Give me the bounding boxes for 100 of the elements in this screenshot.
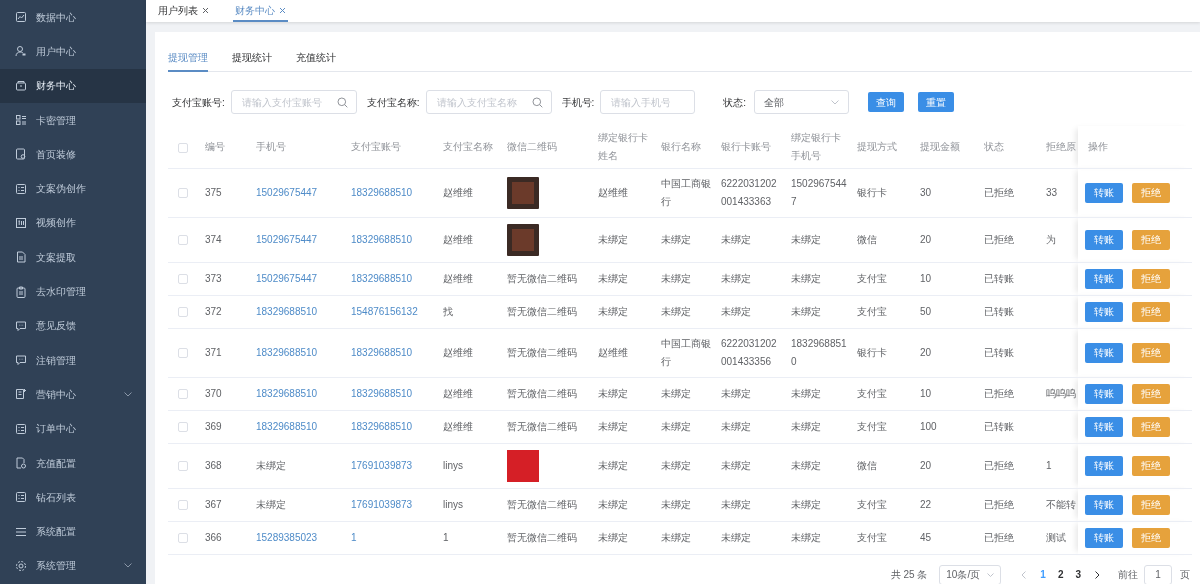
reject-button[interactable]: 拒绝 xyxy=(1132,268,1170,289)
reject-button[interactable]: 拒绝 xyxy=(1132,229,1170,250)
filter-button[interactable]: 重置 xyxy=(918,92,955,112)
sidebar-item[interactable]: 意见反馈 xyxy=(0,308,146,343)
table-cell: 未绑定 xyxy=(711,377,781,410)
table-link[interactable]: 18329688510 xyxy=(256,420,318,432)
table-link[interactable]: 18329688510 xyxy=(351,272,413,284)
table-link[interactable]: 17691039873 xyxy=(351,498,413,510)
sidebar-item[interactable]: 钻石列表 xyxy=(0,480,146,515)
table-link[interactable]: 18329688510 xyxy=(256,387,318,399)
sidebar-item[interactable]: 首页装修 xyxy=(0,137,146,172)
reject-button[interactable]: 拒绝 xyxy=(1132,416,1170,437)
table-link[interactable]: 15029675447 xyxy=(256,272,318,284)
transfer-button[interactable]: 转账 xyxy=(1085,229,1123,250)
checkbox[interactable] xyxy=(178,234,188,245)
next-page-button[interactable] xyxy=(1093,570,1102,579)
table-link[interactable]: 154876156132 xyxy=(351,305,418,317)
sidebar-item[interactable]: 文案伪创作 xyxy=(0,171,146,206)
table-cell: 已转账 xyxy=(974,410,1036,443)
page-tab[interactable]: 财务中心 xyxy=(233,0,288,22)
reject-button[interactable]: 拒绝 xyxy=(1132,455,1170,476)
sidebar-item[interactable]: 注销管理 xyxy=(0,342,146,378)
reject-button[interactable]: 拒绝 xyxy=(1132,494,1170,515)
sidebar-item[interactable]: 用户中心 xyxy=(0,34,146,69)
transfer-button[interactable]: 转账 xyxy=(1085,494,1123,515)
sidebar-item[interactable]: 营销中心 xyxy=(0,377,146,412)
previous-page-button[interactable] xyxy=(1019,570,1029,579)
filter-button[interactable]: 查询 xyxy=(868,92,905,112)
table-cell: 未绑定 xyxy=(651,217,711,262)
sidebar-item[interactable]: 财务中心 xyxy=(0,68,146,103)
table-cell: 微信 xyxy=(847,217,910,262)
page-number[interactable]: 1 xyxy=(1040,567,1046,582)
transfer-button[interactable]: 转账 xyxy=(1085,268,1123,289)
sidebar-item[interactable]: 订单中心 xyxy=(0,411,146,446)
table-link[interactable]: 15289385023 xyxy=(256,531,318,543)
reject-button[interactable]: 拒绝 xyxy=(1132,301,1170,322)
table-link[interactable]: 18329688510 xyxy=(256,346,318,358)
column-header: 微信二维码 xyxy=(497,126,588,168)
sidebar-item[interactable]: 充值配置 xyxy=(0,445,146,481)
table-link[interactable]: 15029675447 xyxy=(256,186,318,198)
page-number[interactable]: 2 xyxy=(1057,567,1064,582)
checkbox[interactable] xyxy=(178,460,188,471)
checkbox[interactable] xyxy=(178,388,188,399)
table-cell: 暂无微信二维码 xyxy=(497,377,588,410)
goto-label: 前往 xyxy=(1118,568,1138,582)
transfer-button[interactable]: 转账 xyxy=(1085,527,1123,548)
checkbox[interactable] xyxy=(178,421,188,432)
checkbox[interactable] xyxy=(178,187,188,198)
wallet-icon xyxy=(15,79,27,92)
sidebar-item[interactable]: 视频创作 xyxy=(0,205,146,241)
table-link[interactable]: 18329688510 xyxy=(351,186,413,198)
page-number[interactable]: 3 xyxy=(1075,567,1081,582)
table-cell: 未绑定 xyxy=(651,262,711,295)
table-link[interactable]: 18329688510 xyxy=(351,387,413,399)
table-link[interactable]: 1 xyxy=(351,531,357,543)
table-link[interactable]: 18329688510 xyxy=(351,346,413,358)
table-cell: 暂无微信二维码 xyxy=(497,328,588,377)
checkbox[interactable] xyxy=(178,306,188,317)
table-link[interactable]: 17691039873 xyxy=(351,459,413,471)
reject-button[interactable]: 拒绝 xyxy=(1132,342,1170,363)
checkbox[interactable] xyxy=(178,532,188,543)
sidebar-item[interactable]: 系统管理 xyxy=(0,548,146,584)
page-input[interactable]: 1 xyxy=(1144,564,1172,584)
transfer-button[interactable]: 转账 xyxy=(1085,342,1123,363)
table-cell: 未绑定 xyxy=(588,521,651,554)
table-cell: 100 xyxy=(910,410,974,443)
page-tab[interactable]: 用户列表 xyxy=(156,0,211,22)
table-link[interactable]: 18329688510 xyxy=(256,305,318,317)
checkbox[interactable] xyxy=(178,499,188,510)
sidebar-item[interactable]: 卡密管理 xyxy=(0,102,146,138)
sidebar-item[interactable]: 系统配置 xyxy=(0,514,146,549)
checkbox[interactable] xyxy=(178,347,188,358)
transfer-button[interactable]: 转账 xyxy=(1085,383,1123,404)
column-header: 提现金额 xyxy=(910,126,974,168)
status-select[interactable]: 全部 xyxy=(754,90,850,114)
transfer-button[interactable]: 转账 xyxy=(1085,455,1123,476)
reject-button[interactable]: 拒绝 xyxy=(1132,383,1170,404)
table-link[interactable]: 18329688510 xyxy=(351,420,413,432)
tab[interactable]: 充值统计 xyxy=(296,50,336,72)
table-cell: 370 xyxy=(195,377,246,410)
table-link[interactable]: 15029675447 xyxy=(256,233,318,245)
table-cell: 赵维维 xyxy=(588,328,651,377)
transfer-button[interactable]: 转账 xyxy=(1085,301,1123,322)
tab[interactable]: 提现统计 xyxy=(232,50,272,72)
tab[interactable]: 提现管理 xyxy=(168,50,208,72)
reject-button[interactable]: 拒绝 xyxy=(1132,527,1170,548)
sidebar-item[interactable]: 文案提取 xyxy=(0,240,146,275)
checkbox[interactable] xyxy=(178,142,188,153)
table-cell: 未绑定 xyxy=(781,295,847,328)
clipboard-icon xyxy=(15,285,27,298)
sidebar-item[interactable]: 去水印管理 xyxy=(0,274,146,309)
table-cell: 已拒绝 xyxy=(974,521,1036,554)
table-link[interactable]: 18329688510 xyxy=(351,233,413,245)
checkbox[interactable] xyxy=(178,273,188,284)
reject-button[interactable]: 拒绝 xyxy=(1132,182,1170,203)
transfer-button[interactable]: 转账 xyxy=(1085,182,1123,203)
table-cell: 赵维维 xyxy=(433,217,497,262)
page-size-select[interactable]: 10条/页 xyxy=(939,564,1002,584)
sidebar-item[interactable]: 数据中心 xyxy=(0,0,146,35)
transfer-button[interactable]: 转账 xyxy=(1085,416,1123,437)
